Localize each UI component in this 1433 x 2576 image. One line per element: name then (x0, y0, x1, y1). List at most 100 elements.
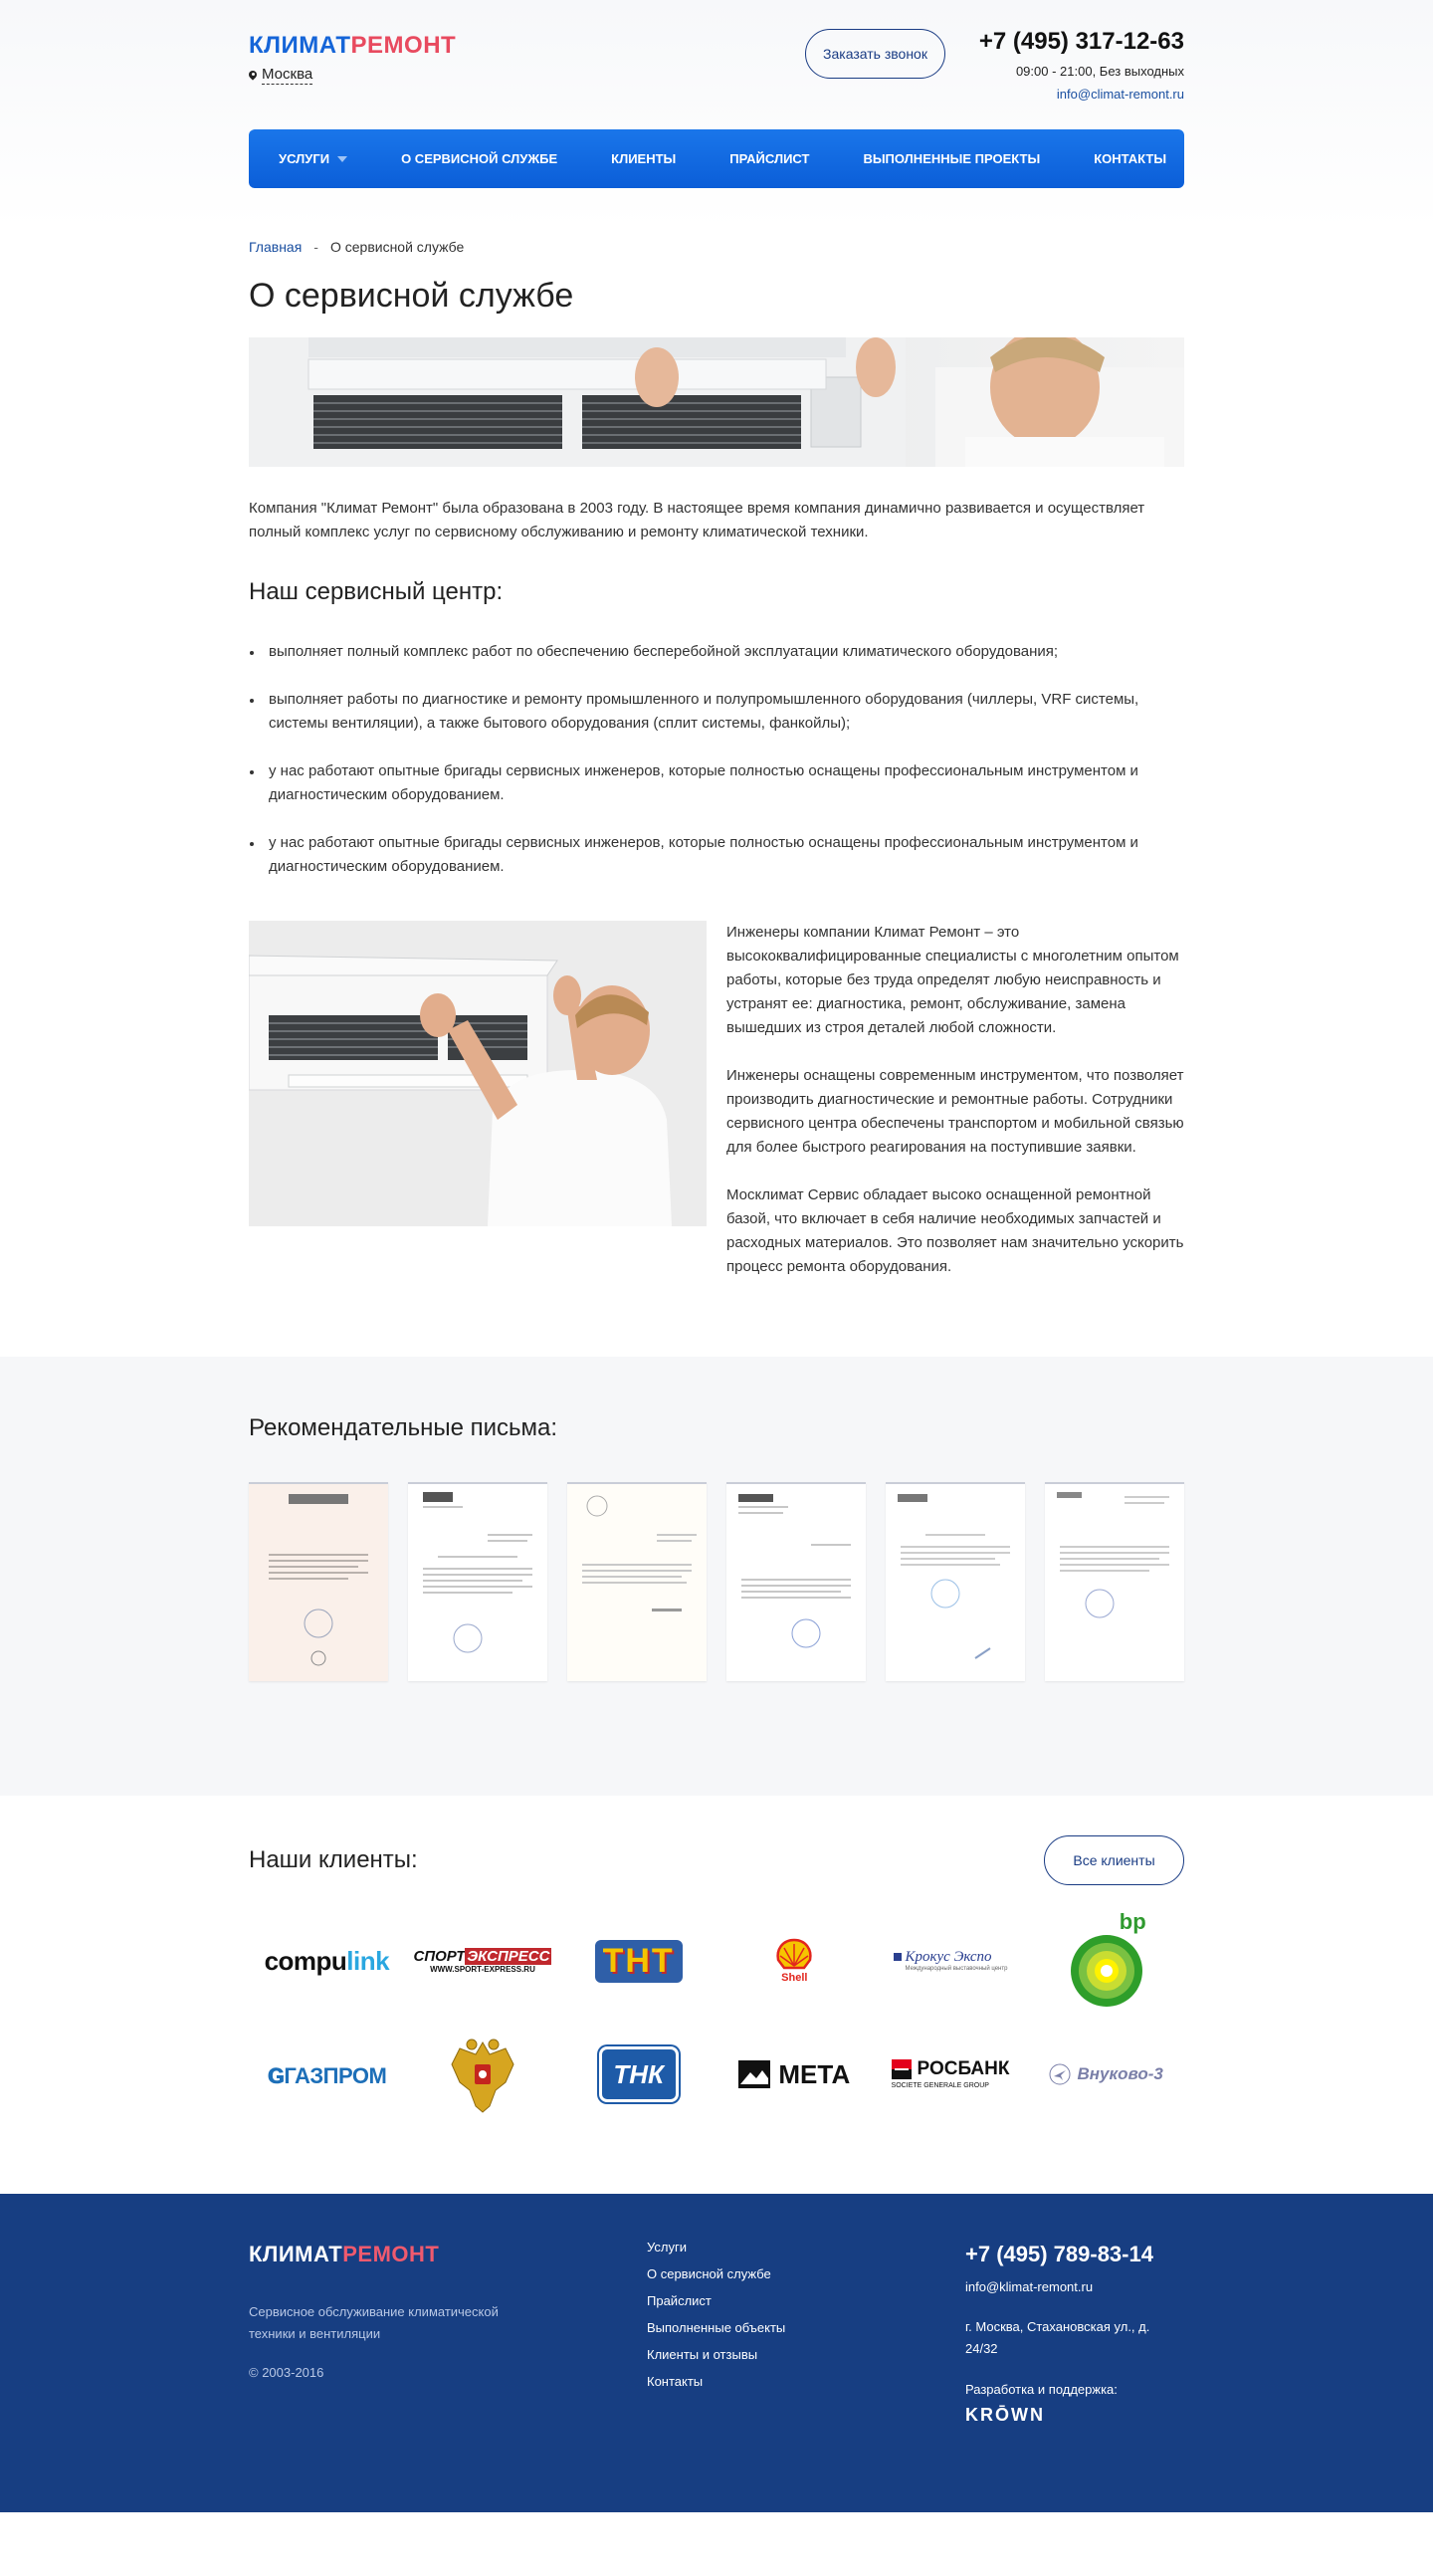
engineer-photo (248, 921, 707, 1226)
nav-item-pricelist[interactable]: Прайслист (729, 151, 809, 166)
city-selector[interactable]: Москва (249, 66, 313, 85)
tnt-text: ТНТ (594, 1939, 683, 1983)
footer-logo-part-2: РЕМОНТ (342, 2242, 440, 2266)
footer-email[interactable]: info@klimat-remont.ru (965, 2279, 1184, 2294)
footer-contacts: +7 (495) 789-83-14 info@klimat-remont.ru… (965, 2242, 1184, 2426)
engineers-block: Инженеры компании Климат Ремонт – это вы… (248, 921, 1184, 1303)
footer-link-about-service[interactable]: О сервисной службе (647, 2266, 785, 2282)
clients-title: Наши клиенты: (249, 1846, 418, 1873)
client-logo-gazprom[interactable]: ɢГАЗПРОМ (249, 2025, 405, 2124)
meta-text: МЕТА (778, 2058, 851, 2089)
footer-menu: Услуги О сервисной службе Прайслист Выпо… (647, 2240, 785, 2401)
footer-logo-part-1: КЛИМАТ (249, 2242, 343, 2266)
clients-logos: compulink СПОРТ ЭКСПРЕСС WWW.SPORT-EXPRES… (249, 1909, 1184, 2124)
footer-logo[interactable]: КЛИМАТРЕМОНТ (249, 2242, 439, 2267)
service-center-title: Наш сервисный центр: (249, 578, 504, 605)
nav-item-services[interactable]: Услуги (279, 151, 348, 166)
client-logo-rosbank[interactable]: РОСБАНК SOCIETE GENERALE GROUP (873, 2025, 1029, 2124)
site-logo[interactable]: КЛИМАТРЕМОНТ (249, 32, 456, 60)
letters-section: Рекомендательные письма: (0, 1357, 1433, 1796)
page-title: О сервисной службе (249, 277, 574, 315)
footer-link-projects[interactable]: Выполненные объекты (647, 2320, 785, 2336)
nav-item-label: Услуги (279, 151, 330, 166)
double-headed-eagle-icon (451, 2039, 514, 2113)
all-clients-button[interactable]: Все клиенты (1044, 1835, 1184, 1885)
header-email[interactable]: info@climat-remont.ru (979, 87, 1184, 102)
tnk-text: ТНК (613, 2058, 664, 2089)
footer-link-services[interactable]: Услуги (647, 2240, 785, 2255)
shell-icon (776, 1938, 812, 1970)
footer-copyright: © 2003-2016 (249, 2365, 324, 2380)
gazprom-text: ГАЗПРОМ (284, 2063, 387, 2088)
breadcrumb-separator: - (313, 239, 318, 255)
developer-label: Разработка и поддержка: (965, 2382, 1118, 2397)
paragraph: Инженеры оснащены современным инструмент… (726, 1067, 1184, 1156)
footer-link-contacts[interactable]: Контакты (647, 2374, 785, 2390)
breadcrumb-current: О сервисной службе (329, 239, 465, 255)
nav-item-clients[interactable]: Клиенты (611, 151, 676, 166)
compulink-text-a: compu (264, 1945, 347, 1976)
list-item: выполняет работы по диагностике и ремонт… (249, 688, 1184, 736)
vnukovo-text: Внуково-3 (1077, 2064, 1163, 2083)
work-hours: 09:00 - 21:00, Без выходных (1015, 64, 1184, 79)
client-logo-shell[interactable]: Shell (716, 1911, 873, 2011)
list-item: у нас работают опытные бригады сервисных… (249, 759, 1184, 807)
client-logo-vnukovo[interactable]: Внуково-3 (1028, 2025, 1184, 2124)
clients-section: Наши клиенты: Все клиенты compulink СПОР… (0, 1796, 1433, 2194)
paragraph: Инженеры компании Климат Ремонт – это вы… (726, 924, 1179, 1036)
client-logo-russia-emblem[interactable] (405, 2025, 561, 2124)
footer-address: г. Москва, Стахановская ул., д. 24/32 (965, 2319, 1150, 2356)
main-nav: Услуги О сервисной службе Клиенты Прайсл… (249, 129, 1184, 188)
logo-part-1: КЛИМАТ (249, 32, 351, 59)
paragraph: Москлимат Сервис обладает высоко оснащен… (726, 1186, 1184, 1275)
client-logo-crocus-expo[interactable]: Крокус Экспо Международный выставочный ц… (873, 1911, 1029, 2011)
sport-text-b: ЭКСПРЕСС (465, 1947, 552, 1965)
location-pin-icon (249, 71, 257, 81)
footer-link-pricelist[interactable]: Прайслист (647, 2293, 785, 2309)
recommendation-letter-thumb[interactable] (249, 1482, 388, 1681)
client-logo-tnt[interactable]: ТНТ (560, 1911, 716, 2011)
banner-image (249, 337, 1184, 467)
sport-text-a: СПОРТ (413, 1947, 466, 1965)
compulink-text-b: link (346, 1945, 390, 1976)
intro-text: Компания "Климат Ремонт" была образована… (249, 500, 1145, 540)
rosbank-text: РОСБАНК (917, 2057, 1010, 2079)
recommendation-letter-thumb[interactable] (567, 1482, 707, 1681)
client-logo-sport-express[interactable]: СПОРТ ЭКСПРЕСС WWW.SPORT-EXPRESS.RU (405, 1911, 561, 2011)
meta-mark-icon (738, 2060, 771, 2088)
callback-button[interactable]: Заказать звонок (805, 29, 945, 79)
client-logo-bp[interactable]: bp (1028, 1909, 1184, 2011)
header: КЛИМАТРЕМОНТ Москва Заказать звонок +7 (… (249, 0, 1184, 129)
client-logo-tnk[interactable]: ТНК (560, 2025, 716, 2124)
footer-link-clients[interactable]: Клиенты и отзывы (647, 2347, 785, 2363)
client-logo-compulink[interactable]: compulink (249, 1911, 405, 2011)
header-area: КЛИМАТРЕМОНТ Москва Заказать звонок +7 (… (0, 0, 1433, 229)
main-content: Главная - О сервисной службе О сервисной… (248, 239, 1184, 1303)
sport-url: WWW.SPORT-EXPRESS.RU (430, 1964, 535, 1974)
service-list: выполняет полный комплекс работ по обесп… (249, 640, 1184, 879)
nav-item-projects[interactable]: Выполненные проекты (863, 151, 1040, 166)
list-item: выполняет полный комплекс работ по обесп… (249, 640, 1184, 664)
footer-description: Сервисное обслуживание климатической тех… (249, 2304, 499, 2341)
developer-logo[interactable]: KRŌWN (965, 2405, 1184, 2426)
shell-text: Shell (781, 1972, 808, 1984)
crocus-mark-icon (893, 1953, 902, 1962)
crocus-subtext: Международный выставочный центр (905, 1965, 1008, 1972)
client-logo-meta[interactable]: МЕТА (716, 2025, 873, 2124)
nav-item-about-service[interactable]: О сервисной службе (401, 151, 557, 166)
recommendation-letter-thumb[interactable] (408, 1482, 547, 1681)
breadcrumb-home[interactable]: Главная (249, 239, 302, 255)
recommendation-letter-thumb[interactable] (726, 1482, 866, 1681)
header-contacts: +7 (495) 317-12-63 09:00 - 21:00, Без вы… (979, 28, 1184, 102)
footer: КЛИМАТРЕМОНТ Сервисное обслуживание клим… (0, 2194, 1433, 2512)
engineers-text: Инженеры компании Климат Ремонт – это вы… (726, 921, 1184, 1303)
nav-item-contacts[interactable]: Контакты (1094, 151, 1166, 166)
recommendation-letter-thumb[interactable] (886, 1482, 1025, 1681)
logo-part-2: РЕМОНТ (350, 32, 457, 59)
list-item: у нас работают опытные бригады сервисных… (249, 831, 1184, 879)
recommendation-letter-thumb[interactable] (1045, 1482, 1184, 1681)
rosbank-subtext: SOCIETE GENERALE GROUP (891, 2081, 989, 2089)
header-phone[interactable]: +7 (495) 317-12-63 (979, 28, 1184, 56)
footer-phone[interactable]: +7 (495) 789-83-14 (965, 2242, 1184, 2267)
letters-gallery (249, 1482, 1184, 1681)
